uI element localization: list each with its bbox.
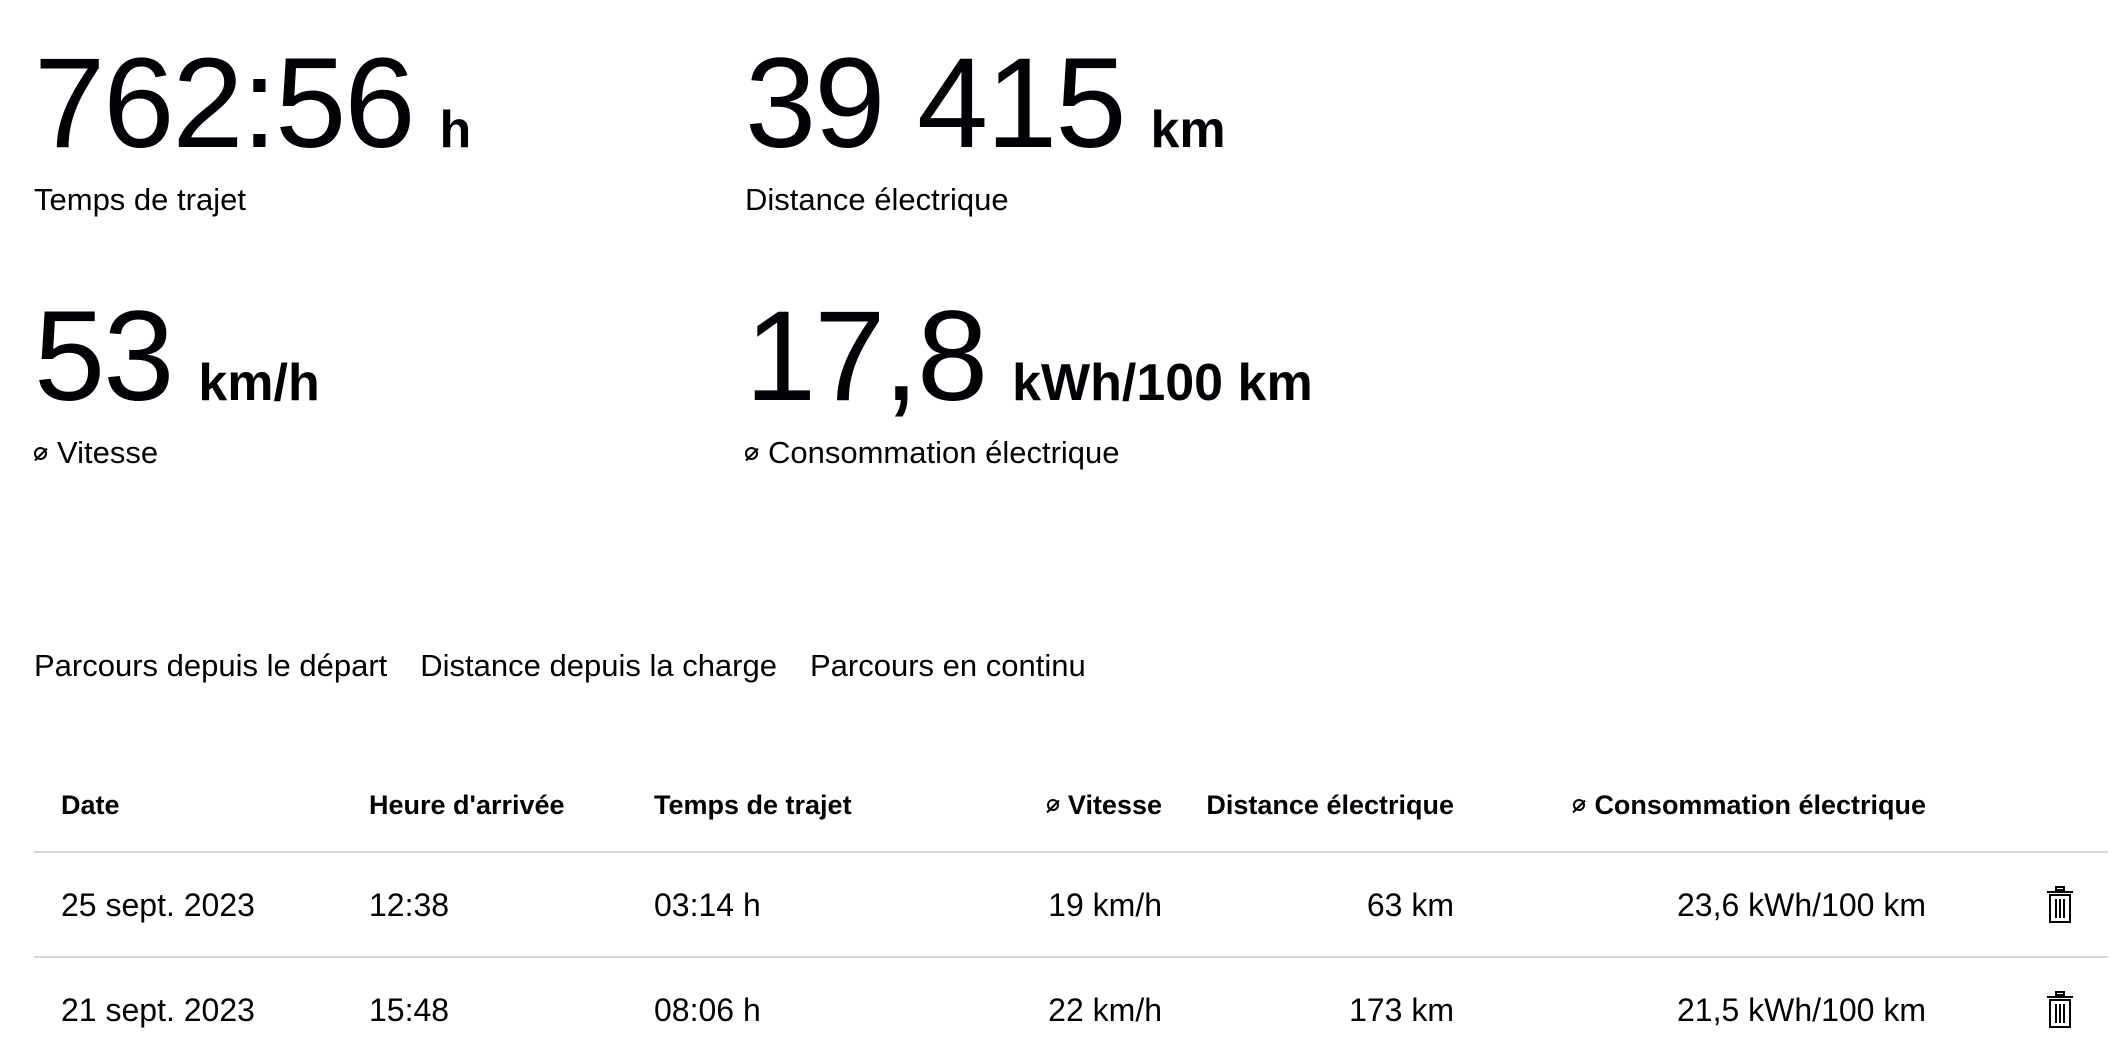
stat-electric-distance-label: Distance électrique: [745, 182, 1009, 217]
stat-electric-distance: 39 415 km Distance électrique: [745, 40, 1226, 218]
cell-speed: 19 km/h: [1048, 886, 1162, 923]
average-icon: [745, 446, 758, 460]
stat-average-speed-value-row: 53 km/h: [34, 293, 320, 421]
cell-consumption: 21,5 kWh/100 km: [1677, 991, 1926, 1028]
average-icon: [1046, 799, 1059, 811]
cell-distance: 63 km: [1366, 886, 1454, 923]
cell-date: 25 sept. 2023: [61, 886, 255, 923]
table-header-row: Date Heure d'arrivée Temps de trajet Vit…: [34, 765, 2108, 853]
stat-average-consumption-value-row: 17,8 kWh/100 km: [745, 293, 1313, 421]
table-row: 21 sept. 2023 15:48 08:06 h 22 km/h 173 …: [34, 958, 2108, 1054]
cell-speed: 22 km/h: [1048, 991, 1162, 1028]
stat-average-speed: 53 km/h Vitesse: [34, 293, 320, 471]
delete-trip-button[interactable]: [2046, 883, 2074, 927]
trips-table: Date Heure d'arrivée Temps de trajet Vit…: [34, 765, 2108, 1054]
trash-icon: [2047, 886, 2073, 923]
tab-since-charge[interactable]: Distance depuis la charge: [420, 648, 777, 684]
tab-continuous[interactable]: Parcours en continu: [810, 648, 1086, 684]
stat-average-speed-unit: km/h: [198, 354, 320, 412]
stat-travel-time-unit: h: [439, 101, 472, 159]
tab-since-start[interactable]: Parcours depuis le départ: [34, 648, 387, 684]
column-header-date[interactable]: Date: [61, 785, 120, 825]
table-row: 25 sept. 2023 12:38 03:14 h 19 km/h 63 k…: [34, 853, 2108, 958]
cell-travel-time: 08:06 h: [654, 991, 761, 1028]
column-header-travel-time[interactable]: Temps de trajet: [654, 785, 852, 825]
stat-average-consumption-unit: kWh/100 km: [1012, 354, 1313, 412]
stat-electric-distance-value-row: 39 415 km: [745, 40, 1226, 168]
cell-distance: 173 km: [1349, 991, 1454, 1028]
average-icon: [34, 446, 47, 460]
column-header-arrival[interactable]: Heure d'arrivée: [369, 785, 565, 825]
stat-travel-time-label-row: Temps de trajet: [34, 182, 471, 218]
stat-electric-distance-unit: km: [1150, 101, 1226, 159]
stat-travel-time-value: 762:56: [34, 32, 415, 175]
cell-consumption: 23,6 kWh/100 km: [1677, 886, 1926, 923]
average-icon: [1573, 799, 1586, 811]
cell-travel-time: 03:14 h: [654, 886, 761, 923]
delete-trip-button[interactable]: [2046, 988, 2074, 1032]
stat-average-speed-label: Vitesse: [57, 435, 159, 470]
cell-date: 21 sept. 2023: [61, 991, 255, 1028]
stat-average-consumption-label: Consommation électrique: [768, 435, 1120, 470]
stat-travel-time-label: Temps de trajet: [34, 182, 246, 217]
column-header-speed-label: Vitesse: [1067, 789, 1162, 820]
column-header-consumption-label: Consommation électrique: [1594, 789, 1926, 820]
stat-average-speed-label-row: Vitesse: [34, 435, 320, 471]
trip-mode-tabs: Parcours depuis le départ Distance depui…: [34, 648, 1086, 684]
stat-average-speed-value: 53: [34, 285, 174, 428]
stat-average-consumption: 17,8 kWh/100 km Consommation électrique: [745, 293, 1313, 471]
trip-statistics-page: 762:56 h Temps de trajet 39 415 km Dista…: [0, 0, 2126, 1054]
column-header-distance[interactable]: Distance électrique: [1206, 785, 1454, 825]
stat-average-consumption-label-row: Consommation électrique: [745, 435, 1313, 471]
stat-travel-time-value-row: 762:56 h: [34, 40, 471, 168]
stat-average-consumption-value: 17,8: [745, 285, 988, 428]
stat-electric-distance-value: 39 415: [745, 32, 1126, 175]
column-header-consumption[interactable]: Consommation électrique: [1573, 785, 1926, 825]
cell-arrival: 12:38: [369, 886, 450, 923]
stat-electric-distance-label-row: Distance électrique: [745, 182, 1226, 218]
trash-icon: [2047, 991, 2073, 1028]
cell-arrival: 15:48: [369, 991, 450, 1028]
column-header-speed[interactable]: Vitesse: [1046, 785, 1162, 825]
stat-travel-time: 762:56 h Temps de trajet: [34, 40, 471, 218]
